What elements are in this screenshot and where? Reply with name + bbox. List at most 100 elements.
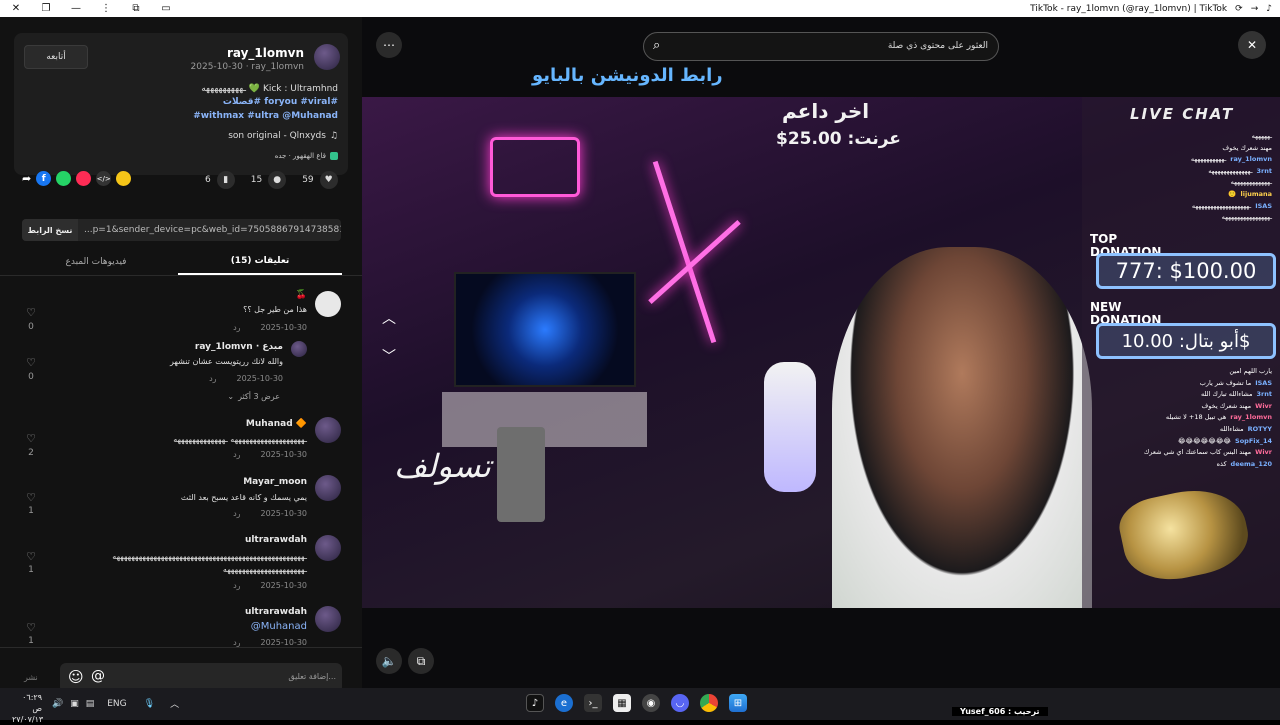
tiktok-logo-icon: ♪ — [1266, 3, 1272, 14]
comment-avatar[interactable] — [315, 606, 341, 632]
stats-row: 6 ▮ 15 ● 59 ♥ — [205, 171, 338, 189]
chat-msg: مشاءالله — [1219, 424, 1244, 433]
tray-expand-icon[interactable]: ︿ — [170, 697, 179, 710]
reply-link[interactable]: رد — [233, 450, 240, 459]
minimize-window-icon[interactable]: — — [70, 3, 82, 14]
location-tag[interactable]: قاع الهقهور · جده — [275, 152, 338, 160]
clock[interactable]: ٠٦:٢٩ ص ٢٧/٠٧/١٣ — [12, 692, 43, 725]
network-icon[interactable]: ▣ — [70, 699, 79, 709]
comment-like-icon[interactable]: ♡ — [23, 432, 39, 445]
comment-like-icon[interactable]: ♡ — [23, 491, 39, 504]
comment-author[interactable]: 🍒 — [296, 290, 307, 300]
follow-button[interactable]: أتابعه — [24, 45, 88, 69]
reply-link[interactable]: رد — [233, 323, 240, 332]
reply-link[interactable]: رد — [209, 374, 216, 383]
tab-comments[interactable]: (15) تعليقات — [178, 249, 342, 275]
comment-mention[interactable]: @Muhanad — [251, 621, 307, 632]
comment-author[interactable]: ray_1lomvn · مبدع — [195, 342, 283, 352]
comment-input[interactable]: ☺ @ إضافة تعليق... — [60, 663, 342, 688]
post-hashtags-2[interactable]: #withmax #ultra @Muhanad — [193, 111, 338, 121]
chat-line: مشاءالله تبارك الله 3rnt — [1082, 389, 1272, 401]
comment-author[interactable]: ultrarawdah — [245, 535, 307, 545]
edge-app-icon[interactable]: e — [555, 694, 573, 712]
mention-icon[interactable]: @ — [91, 668, 105, 684]
comment-author[interactable]: ultrarawdah — [245, 607, 307, 617]
tab-creator-videos[interactable]: فيديوهات المبدع — [14, 249, 178, 275]
post-comment-button[interactable]: نشر — [24, 673, 38, 682]
whatsapp-icon[interactable] — [56, 171, 72, 186]
emoji-icon[interactable]: ☺ — [68, 668, 84, 686]
extensions-icon[interactable]: ⧉ — [130, 3, 142, 14]
tiktok-app-icon[interactable]: ♪ — [526, 694, 544, 712]
new-donation-box: أبو بتال: 10.00$ — [1096, 323, 1276, 359]
comment-avatar[interactable] — [315, 535, 341, 561]
reply-link[interactable]: رد — [233, 638, 240, 647]
terminal-app-icon[interactable]: ›_ — [584, 694, 602, 712]
reply-link[interactable]: رد — [233, 581, 240, 590]
start-menu-icon[interactable]: ⊞ — [729, 694, 747, 712]
view-more-replies[interactable]: ⌄ عرض 3 أكثر — [227, 392, 280, 401]
share-arrow-icon[interactable]: ➦ — [22, 172, 31, 185]
author-username[interactable]: ray_1lomvn — [227, 46, 304, 60]
comment-item: Mayar_moon يمي يسمك و كانه قاعد يسبح بعد… — [0, 464, 362, 524]
copy-link-button[interactable]: نسخ الرابط — [22, 219, 78, 241]
comment-like-icon[interactable]: ♡ — [23, 356, 39, 369]
language-indicator[interactable]: ENG — [107, 699, 126, 709]
comment-like-icon[interactable]: ♡ — [23, 550, 39, 563]
forward-icon[interactable]: → — [1251, 4, 1259, 14]
search-icon[interactable]: ⌕ — [653, 38, 660, 53]
streamer-signature: تسولف — [394, 447, 491, 485]
volume-button[interactable]: 🔈 — [376, 648, 402, 674]
heart-icon[interactable]: ♥ — [319, 171, 338, 189]
details-panel: أتابعه ray_1lomvn 2025-10-30 · ray_1lomv… — [0, 17, 362, 688]
microphone-icon[interactable]: 🎙 — [144, 699, 155, 709]
display-icon[interactable]: ▤ — [86, 699, 95, 709]
comment-avatar[interactable] — [315, 291, 341, 317]
link-row: نسخ الرابط ...p=1&sender_device=pc&web_i… — [22, 219, 341, 241]
music-title[interactable]: son original - Qlnxyds — [228, 131, 326, 141]
music-row[interactable]: son original - Qlnxyds ♫ — [228, 131, 338, 141]
comment-avatar[interactable] — [315, 475, 341, 501]
more-options-button[interactable]: ⋯ — [376, 32, 402, 58]
emoji-share-icon[interactable] — [116, 171, 132, 186]
discord-app-icon[interactable]: ◡ — [671, 694, 689, 712]
reply-link[interactable]: رد — [233, 509, 240, 518]
chrome-app-icon[interactable] — [700, 694, 718, 712]
chat-line: مشاءالله ROTYY — [1082, 424, 1272, 436]
restore-window-icon[interactable]: ❐ — [40, 3, 52, 14]
video-player[interactable]: ⋯ ⌕ العثور على محتوى ذي صلة ✕ رابط الدون… — [362, 17, 1280, 688]
capture-app-icon[interactable]: ◉ — [642, 694, 660, 712]
last-supporter-title: اخر داعم — [782, 99, 870, 123]
related-search-box[interactable]: ⌕ العثور على محتوى ذي صلة — [643, 32, 999, 61]
speaker-icon[interactable]: 🔊 — [52, 699, 63, 709]
facebook-icon[interactable]: f — [36, 171, 52, 186]
comment-icon[interactable]: ● — [268, 171, 287, 189]
comment-like-icon[interactable]: ♡ — [23, 306, 39, 319]
cast-icon[interactable]: ▭ — [160, 3, 172, 14]
next-video-button[interactable]: ﹀ — [376, 343, 402, 369]
chat-msg: ما تشوف شر يارب — [1199, 378, 1252, 387]
picture-in-picture-button[interactable]: ⧉ — [408, 648, 434, 674]
bookmark-icon[interactable]: ▮ — [216, 171, 235, 189]
neon-logo — [490, 137, 580, 197]
author-avatar[interactable] — [314, 44, 340, 70]
comment-avatar[interactable] — [291, 341, 307, 357]
previous-video-button[interactable]: ︿ — [376, 305, 402, 331]
comment-placeholder: إضافة تعليق... — [288, 672, 336, 681]
chat-msg: 🙂 — [1228, 189, 1237, 198]
comment-avatar[interactable] — [315, 417, 341, 443]
send-icon[interactable] — [76, 171, 92, 186]
comment-author[interactable]: Mayar_moon — [243, 477, 307, 487]
more-menu-icon[interactable]: ⋮ — [100, 3, 112, 14]
post-hashtags-1[interactable]: #foryou #viral #قصلات — [223, 97, 338, 107]
comment-author[interactable]: Muhanad 🔶 — [246, 419, 307, 429]
close-window-icon[interactable]: ✕ — [10, 3, 22, 14]
link-field[interactable]: ...p=1&sender_device=pc&web_id=750588679… — [78, 225, 341, 235]
store-app-icon[interactable]: ▦ — [613, 694, 631, 712]
close-video-button[interactable]: ✕ — [1238, 31, 1266, 59]
comment-like-icon[interactable]: ♡ — [23, 621, 39, 634]
embed-icon[interactable]: </> — [96, 171, 112, 186]
chat-user: ray_1lomvn — [1230, 155, 1272, 164]
comment-date: 2025-10-30 — [260, 638, 308, 647]
reload-icon[interactable]: ⟳ — [1235, 4, 1243, 14]
